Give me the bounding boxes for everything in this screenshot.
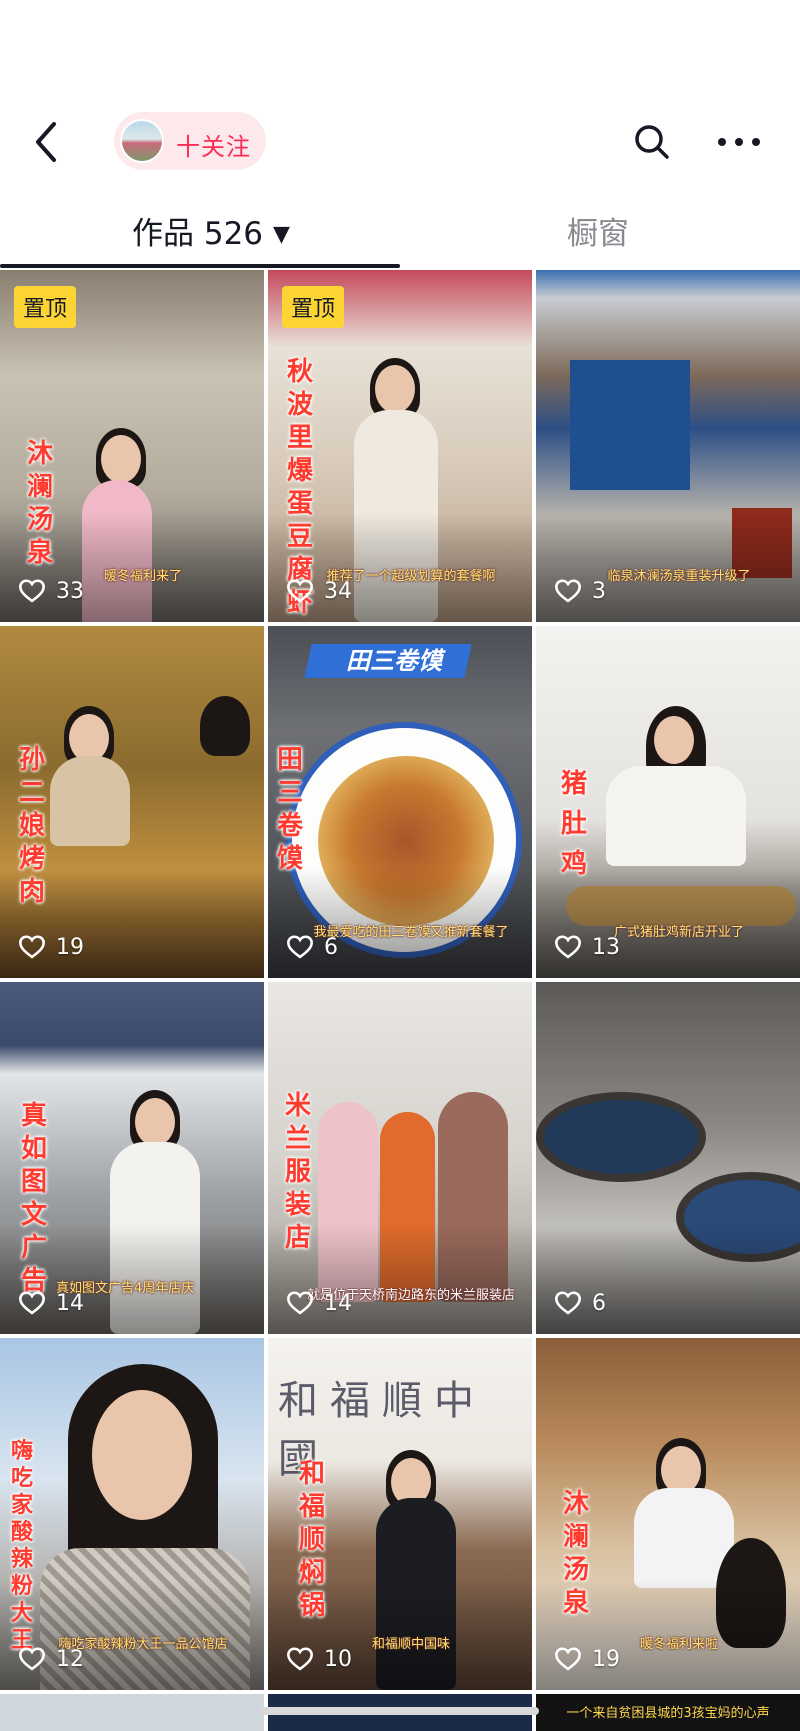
like-count: 3 (554, 576, 606, 606)
heart-icon (555, 1647, 581, 1671)
more-dots-icon (718, 138, 760, 146)
like-count-value: 10 (324, 1646, 352, 1672)
home-indicator (261, 1707, 539, 1715)
profile-tabs: 作品 526 ▼ 橱窗 (0, 196, 800, 268)
person-figure (375, 365, 415, 413)
caret-down-icon: ▼ (273, 222, 290, 247)
like-count-value: 34 (324, 578, 352, 604)
tab-works[interactable]: 作品 526 ▼ (132, 208, 290, 253)
like-count-value: 14 (324, 1290, 352, 1316)
person-figure (606, 766, 746, 866)
overlay-title: 沐澜汤泉 (26, 439, 53, 568)
like-count: 12 (18, 1644, 84, 1674)
more-button[interactable] (714, 124, 764, 160)
overlay-title: 沐澜汤泉 (562, 1489, 589, 1618)
like-count-value: 13 (592, 934, 620, 960)
video-thumbnail[interactable]: 米兰服装店 就是位于天桥南边路东的米兰服装店 14 (268, 982, 532, 1334)
heart-icon (19, 935, 45, 959)
like-count-value: 12 (56, 1646, 84, 1672)
like-count: 19 (18, 932, 84, 962)
follow-button-label[interactable]: 十关注 (176, 127, 251, 162)
person-figure (661, 1446, 701, 1494)
search-button[interactable] (632, 122, 672, 162)
tab-showcase[interactable]: 橱窗 (567, 208, 629, 253)
like-count-value: 14 (56, 1290, 84, 1316)
video-thumbnail[interactable]: 6 (536, 982, 800, 1334)
video-thumbnail[interactable]: 置顶 沐澜汤泉 暖冬福利来了 33 (0, 270, 264, 622)
tab-works-label: 作品 526 (132, 216, 264, 252)
back-chevron-icon (36, 122, 56, 162)
person-figure (50, 756, 130, 846)
calligraphy-wall: 和福順中國 (278, 1378, 486, 1482)
video-thumbnail[interactable] (0, 1694, 264, 1731)
person-figure (101, 435, 141, 483)
overlay-title: 嗨吃家酸辣粉大王 (10, 1439, 33, 1653)
person-figure (200, 696, 250, 756)
heart-icon (19, 1647, 45, 1671)
overlay-title: 真如图文广告 (20, 1101, 47, 1296)
overlay-title: 米兰服装店 (284, 1091, 311, 1253)
like-count-value: 3 (592, 578, 606, 604)
top-title: 田三卷馍 (346, 647, 442, 675)
tub-graphic (536, 1092, 706, 1182)
person-figure (69, 714, 109, 762)
like-count: 34 (286, 576, 352, 606)
like-count: 33 (18, 576, 84, 606)
pinned-badge: 置顶 (282, 286, 345, 328)
overlay-title: 田三卷馍 (276, 745, 303, 874)
like-count-value: 6 (592, 1290, 606, 1316)
like-count: 14 (18, 1288, 84, 1318)
heart-icon (555, 935, 581, 959)
heart-icon (555, 579, 581, 603)
video-caption: 一个来自贫困县城的3孩宝妈的心声 (566, 1706, 770, 1721)
video-grid: 置顶 沐澜汤泉 暖冬福利来了 33 置顶 秋波里爆蛋豆腐虾 推荐了一个超级划算的… (0, 270, 800, 1731)
like-count: 6 (554, 1288, 606, 1318)
heart-icon (555, 1291, 581, 1315)
search-icon (635, 125, 669, 159)
follow-pill[interactable]: 十关注 (114, 112, 266, 170)
video-thumbnail[interactable]: 真如图文广告 真如图文广告4周年店庆 14 (0, 982, 264, 1334)
like-count-value: 19 (56, 934, 84, 960)
video-thumbnail[interactable]: 沐澜汤泉 暖冬福利来啦 19 (536, 1338, 800, 1690)
overlay-title: 和福顺焖锅 (298, 1459, 325, 1621)
video-thumbnail[interactable]: 田三卷馍 田三卷馍 我最爱吃的田三卷馍又推新套餐了 6 (268, 626, 532, 978)
like-count-value: 19 (592, 1646, 620, 1672)
overlay-title: 猪肚鸡 (560, 769, 587, 879)
back-button[interactable] (28, 118, 68, 166)
like-count: 13 (554, 932, 620, 962)
person-figure (135, 1098, 175, 1146)
heart-icon (19, 1291, 45, 1315)
like-count: 14 (286, 1288, 352, 1318)
avatar[interactable] (120, 119, 164, 163)
like-count-value: 6 (324, 934, 338, 960)
like-count: 10 (286, 1644, 352, 1674)
heart-icon (287, 935, 313, 959)
like-count-value: 33 (56, 578, 84, 604)
heart-icon (19, 579, 45, 603)
curtain-graphic (570, 360, 690, 490)
pinned-badge: 置顶 (14, 286, 77, 328)
like-count: 19 (554, 1644, 620, 1674)
like-count: 6 (286, 932, 338, 962)
overlay-title: 孙二娘烤肉 (18, 745, 45, 907)
video-thumbnail[interactable]: 和福順中國 和福顺焖锅 和福顺中国味 10 (268, 1338, 532, 1690)
video-thumbnail[interactable]: 临泉沐澜汤泉重装升级了 3 (536, 270, 800, 622)
heart-icon (287, 1291, 313, 1315)
video-thumbnail[interactable]: 一个来自贫困县城的3孩宝妈的心声 (536, 1694, 800, 1731)
heart-icon (287, 1647, 313, 1671)
tab-indicator (0, 264, 400, 268)
person-figure (654, 716, 694, 764)
tab-showcase-label: 橱窗 (567, 216, 629, 252)
video-thumbnail[interactable]: 置顶 秋波里爆蛋豆腐虾 推荐了一个超级划算的套餐啊 34 (268, 270, 532, 622)
video-thumbnail[interactable]: 嗨吃家酸辣粉大王 嗨吃家酸辣粉大王一品公馆店 12 (0, 1338, 264, 1690)
video-thumbnail[interactable]: 猪肚鸡 广式猪肚鸡新店开业了 13 (536, 626, 800, 978)
top-bar: 十关注 (0, 100, 800, 184)
video-subtitle: 真如图文广告4周年店庆 (56, 1281, 195, 1296)
heart-icon (287, 579, 313, 603)
video-thumbnail[interactable]: 孙二娘烤肉 19 (0, 626, 264, 978)
person-figure (92, 1390, 192, 1520)
